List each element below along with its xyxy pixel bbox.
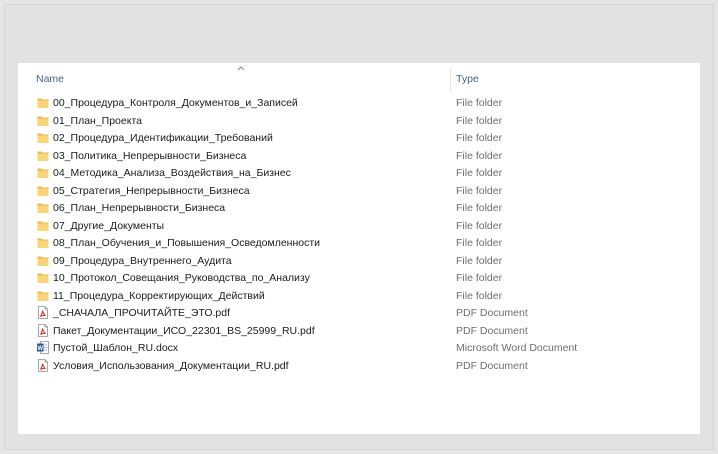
file-row[interactable]: Пакет_Документации_ИСО_22301_BS_25999_RU… [18,322,700,340]
file-name: Пакет_Документации_ИСО_22301_BS_25999_RU… [53,324,315,337]
file-row[interactable]: 04_Методика_Анализа_Воздействия_на_Бизне… [18,164,700,182]
sort-ascending-icon [237,66,245,71]
file-list-panel: Name Type 00_Процедура_Контроля_Документ… [18,63,700,434]
file-row[interactable]: _СНАЧАЛА_ПРОЧИТАЙТЕ_ЭТО.pdf PDF Document [18,304,700,322]
file-row[interactable]: 00_Процедура_Контроля_Документов_и_Запис… [18,94,700,112]
folder-icon [37,236,49,249]
file-type: File folder [456,272,503,284]
column-header-row: Name Type [18,63,700,95]
file-type: File folder [456,202,503,214]
file-row[interactable]: W Пустой_Шаблон_RU.docx Microsoft Word Do… [18,339,700,357]
file-row[interactable]: 01_План_Проекта File folder [18,112,700,130]
folder-icon [37,166,49,179]
folder-icon [37,254,49,267]
file-type: PDF Document [456,324,528,337]
word-icon: W [37,341,49,354]
folder-icon [37,131,49,144]
file-name: 05_Стратегия_Непрерывности_Бизнеса [53,184,250,197]
file-type: PDF Document [456,307,528,319]
file-row[interactable]: 10_Протокол_Совещания_Руководства_по_Ана… [18,269,700,287]
file-type: File folder [456,132,503,144]
file-type: File folder [456,184,503,197]
file-type: Microsoft Word Document [456,342,578,354]
folder-icon [37,271,49,284]
file-name: 10_Протокол_Совещания_Руководства_по_Ана… [53,272,310,284]
file-row[interactable]: 08_План_Обучения_и_Повышения_Осведомленн… [18,234,700,252]
file-type: File folder [456,97,503,109]
file-row[interactable]: 02_Процедура_Идентификации_Требований Fil… [18,129,700,147]
file-row[interactable]: 03_Политика_Непрерывности_Бизнеса File fo… [18,147,700,165]
pdf-icon [37,323,49,337]
file-name: 04_Методика_Анализа_Воздействия_на_Бизне… [53,167,291,179]
file-type: File folder [456,289,503,302]
pdf-icon [37,306,49,319]
file-row[interactable]: 06_План_Непрерывности_Бизнеса File folder [18,199,700,217]
file-name: Пустой_Шаблон_RU.docx [53,342,179,354]
file-type: File folder [456,149,503,162]
folder-icon [37,184,49,197]
file-row[interactable]: Условия_Использования_Документации_RU.pd… [18,357,700,375]
file-name: 08_План_Обучения_и_Повышения_Осведомленн… [53,237,321,249]
file-type: File folder [456,167,503,179]
file-name: 07_Другие_Документы [53,219,165,232]
file-row[interactable]: 05_Стратегия_Непрерывности_Бизнеса File f… [18,182,700,200]
file-row[interactable]: 09_Процедура_Внутреннего_Аудита File fold… [18,252,700,270]
column-divider[interactable] [450,69,451,91]
file-name: 03_Политика_Непрерывности_Бизнеса [53,149,247,162]
file-list: 00_Процедура_Контроля_Документов_и_Запис… [18,94,700,374]
folder-icon [37,114,49,127]
column-header-name[interactable]: Name [36,73,64,85]
folder-icon [37,219,49,232]
file-name: 02_Процедура_Идентификации_Требований [53,132,273,144]
file-name: 09_Процедура_Внутреннего_Аудита [53,254,232,267]
file-row[interactable]: 07_Другие_Документы File folder [18,217,700,235]
file-name: _СНАЧАЛА_ПРОЧИТАЙТЕ_ЭТО.pdf [53,307,230,319]
pdf-icon [37,358,49,372]
file-name: 11_Процедура_Корректирующих_Действий [53,289,265,302]
file-type: PDF Document [456,359,528,372]
folder-icon [37,201,49,214]
folder-icon [37,289,49,302]
file-type: File folder [456,237,503,249]
file-type: File folder [456,114,503,127]
svg-text:W: W [37,346,43,352]
file-type: File folder [456,219,503,232]
file-name: 00_Процедура_Контроля_Документов_и_Запис… [53,97,298,109]
file-name: Условия_Использования_Документации_RU.pd… [53,359,289,372]
column-header-type[interactable]: Type [456,73,479,85]
folder-icon [37,96,49,109]
folder-icon [37,149,49,162]
file-type: File folder [456,254,503,267]
file-name: 01_План_Проекта [53,114,142,127]
file-name: 06_План_Непрерывности_Бизнеса [53,202,226,214]
file-row[interactable]: 11_Процедура_Корректирующих_Действий File… [18,287,700,305]
